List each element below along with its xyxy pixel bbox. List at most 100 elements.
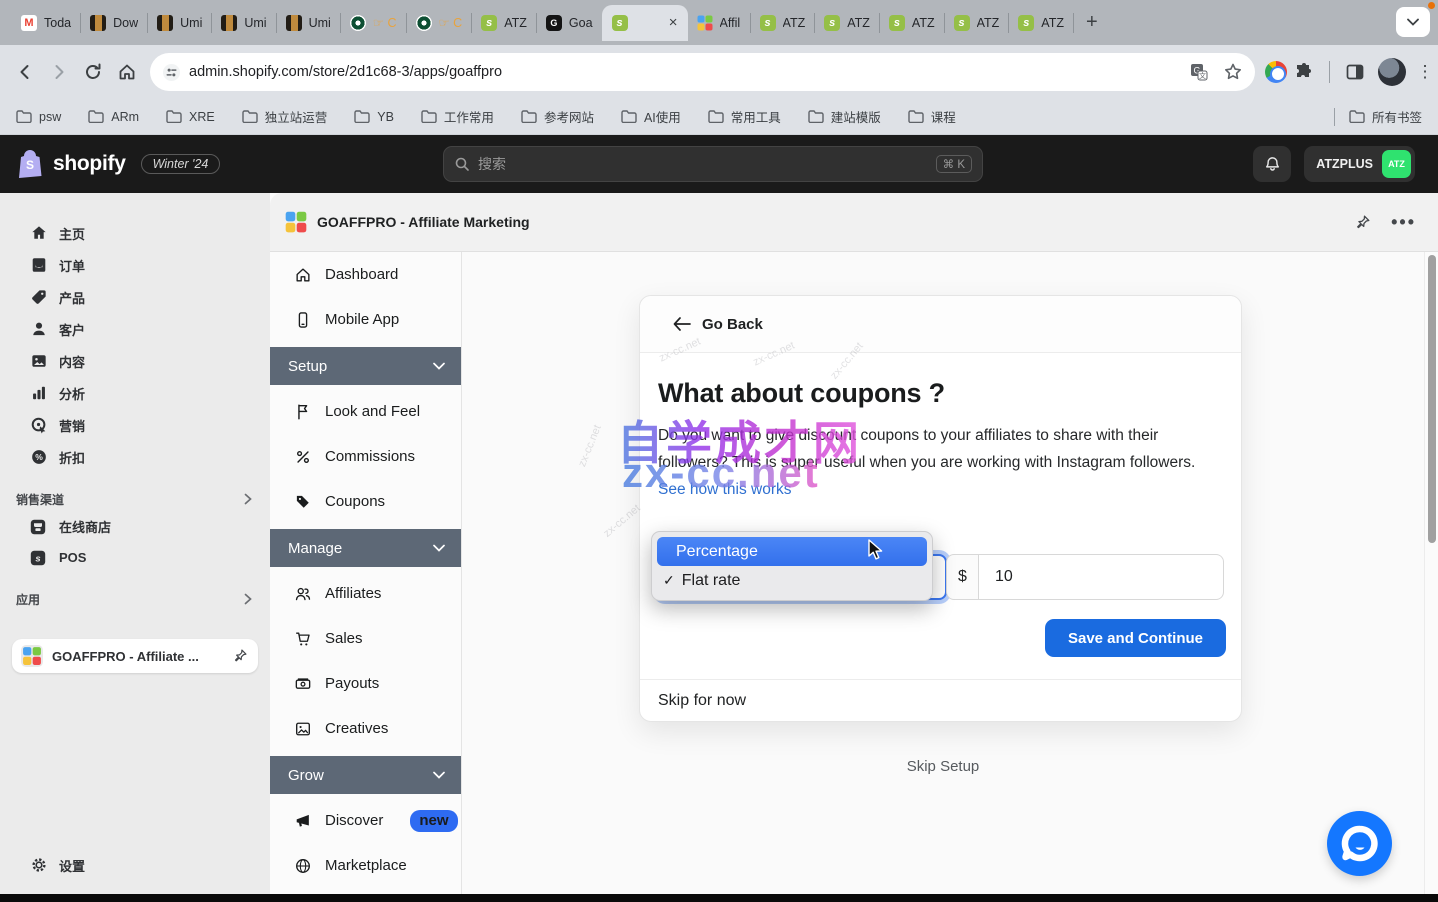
app-nav-commissions[interactable]: Commissions [270, 434, 461, 479]
pin-icon[interactable] [233, 648, 248, 664]
bookmark-folder[interactable]: 建站模版 [808, 107, 881, 126]
search-placeholder: 搜索 [478, 154, 936, 174]
go-back-button[interactable]: Go Back [640, 296, 1241, 353]
extensions-puzzle-icon[interactable] [1287, 55, 1321, 89]
global-search[interactable]: 搜索 ⌘ K [443, 146, 983, 182]
dropdown-option-percentage[interactable]: Percentage [657, 537, 927, 566]
online-store-icon [28, 517, 48, 537]
app-nav-section-grow[interactable]: Grow [270, 756, 461, 794]
see-how-this-works-link[interactable]: See how this works [658, 481, 792, 498]
shopify-icon: s [760, 15, 776, 31]
browser-tab[interactable]: sATZ [945, 0, 1009, 45]
browser-tab[interactable]: GGoa [537, 0, 602, 45]
sidebar-item-goaffpro-app[interactable]: GOAFFPRO - Affiliate ... [12, 639, 258, 673]
apps-section[interactable]: 应用 [0, 587, 270, 611]
skip-setup-link[interactable]: Skip Setup [462, 758, 1424, 775]
chrome-extension-icon[interactable] [1265, 61, 1287, 83]
app-nav-marketplace[interactable]: Marketplace [270, 843, 461, 888]
discount-amount-input[interactable] [979, 554, 1224, 600]
back-button[interactable] [8, 55, 42, 89]
coupon-tag-icon [294, 493, 312, 511]
sidebar-item-home[interactable]: 主页 [0, 217, 270, 249]
dropdown-option-flat-rate[interactable]: ✓Flat rate [657, 566, 927, 595]
browser-tab[interactable]: sATZ [880, 0, 944, 45]
browser-tab[interactable]: sATZ [815, 0, 879, 45]
forward-button[interactable] [42, 55, 76, 89]
app-nav-mobile-app[interactable]: Mobile App [270, 297, 461, 342]
side-panel-icon[interactable] [1338, 55, 1372, 89]
browser-tab[interactable]: Dow [81, 0, 147, 45]
bookmark-folder[interactable]: 工作常用 [421, 107, 494, 126]
app-nav-creatives[interactable]: Creatives [270, 706, 461, 751]
bookmark-folder[interactable]: 参考网站 [521, 107, 594, 126]
sidebar-item-customers[interactable]: 客户 [0, 313, 270, 345]
skip-for-now-button[interactable]: Skip for now [640, 679, 1241, 722]
sidebar-item-analytics[interactable]: 分析 [0, 377, 270, 409]
browser-tab-strip: MToda Dow Umi Umi Umi ☞ C ☞ C sATZ GGoa … [0, 0, 1438, 45]
bookmark-folder[interactable]: 独立站运营 [242, 107, 328, 126]
account-menu[interactable]: ATZPLUS ATZ [1304, 146, 1415, 182]
browser-tab[interactable]: sATZ [751, 0, 815, 45]
coupons-setup-modal: Go Back What about coupons ? Do you want… [639, 295, 1242, 722]
app-nav-coupons[interactable]: Coupons [270, 479, 461, 524]
browser-tab[interactable]: sATZ [1009, 0, 1073, 45]
chevron-right-icon [244, 593, 252, 605]
app-nav-dashboard[interactable]: Dashboard [270, 252, 461, 297]
sidebar-item-marketing[interactable]: 营销 [0, 409, 270, 441]
translate-icon[interactable]: G文 [1189, 62, 1209, 82]
browser-tab-active[interactable]: s× [602, 5, 688, 41]
reload-button[interactable] [76, 55, 110, 89]
bookmark-folder[interactable]: YB [354, 110, 394, 124]
close-tab-icon[interactable]: × [669, 15, 678, 30]
chevron-down-icon [433, 362, 445, 370]
save-and-continue-button[interactable]: Save and Continue [1045, 619, 1226, 657]
app-nav-section-setup[interactable]: Setup [270, 347, 461, 385]
address-bar[interactable]: admin.shopify.com/store/2d1c68-3/apps/go… [150, 53, 1255, 91]
bookmark-folder[interactable]: XRE [166, 110, 215, 124]
page-scrollbar[interactable] [1424, 252, 1438, 895]
browser-tab[interactable]: MToda [12, 0, 80, 45]
sidebar-item-online-store[interactable]: 在线商店 [0, 511, 270, 542]
shopify-logo[interactable]: S shopify Winter '24 [16, 148, 220, 180]
bell-icon [1263, 155, 1282, 174]
app-nav-look-and-feel[interactable]: Look and Feel [270, 389, 461, 434]
app-nav-discover[interactable]: Discovernew [270, 798, 461, 843]
bookmark-folder[interactable]: 常用工具 [708, 107, 781, 126]
app-nav-payouts[interactable]: Payouts [270, 661, 461, 706]
sidebar-item-pos[interactable]: sPOS [0, 542, 270, 573]
tab-search-button[interactable] [1396, 7, 1430, 37]
app-nav-affiliates[interactable]: Affiliates [270, 571, 461, 616]
app-more-menu-icon[interactable]: ••• [1391, 212, 1416, 233]
scrollbar-thumb[interactable] [1428, 255, 1436, 543]
browser-tab[interactable]: Umi [277, 0, 340, 45]
sidebar-item-content[interactable]: 内容 [0, 345, 270, 377]
bookmark-folder[interactable]: 课程 [908, 107, 956, 126]
pin-icon[interactable] [1355, 214, 1371, 231]
app-nav-section-manage[interactable]: Manage [270, 529, 461, 567]
profile-avatar[interactable] [1378, 58, 1406, 86]
sidebar-item-products[interactable]: 产品 [0, 281, 270, 313]
sidebar-item-discounts[interactable]: %折扣 [0, 441, 270, 473]
new-tab-button[interactable]: + [1074, 11, 1110, 34]
sales-channels-section[interactable]: 销售渠道 [0, 487, 270, 511]
browser-tab[interactable]: sATZ [472, 0, 536, 45]
chevron-right-icon [244, 493, 252, 505]
bookmark-folder[interactable]: psw [16, 110, 61, 124]
browser-tab[interactable]: Umi [212, 0, 275, 45]
sidebar-item-orders[interactable]: 订单 [0, 249, 270, 281]
bookmark-folder[interactable]: AI使用 [621, 107, 681, 126]
browser-tab[interactable]: Umi [148, 0, 211, 45]
browser-menu-icon[interactable]: ⋮ [1412, 55, 1438, 89]
browser-tab[interactable]: ☞ C [407, 0, 472, 45]
browser-tab[interactable]: Affil [688, 0, 750, 45]
bookmark-star-icon[interactable] [1223, 62, 1243, 82]
browser-tab[interactable]: ☞ C [341, 0, 406, 45]
notifications-button[interactable] [1253, 146, 1291, 182]
home-button[interactable] [110, 55, 144, 89]
chat-widget-button[interactable] [1327, 811, 1392, 876]
all-bookmarks[interactable]: 所有书签 [1349, 107, 1422, 126]
sidebar-item-settings[interactable]: 设置 [0, 849, 270, 881]
search-icon [454, 156, 470, 172]
bookmark-folder[interactable]: ARm [88, 110, 139, 124]
app-nav-sales[interactable]: Sales [270, 616, 461, 661]
